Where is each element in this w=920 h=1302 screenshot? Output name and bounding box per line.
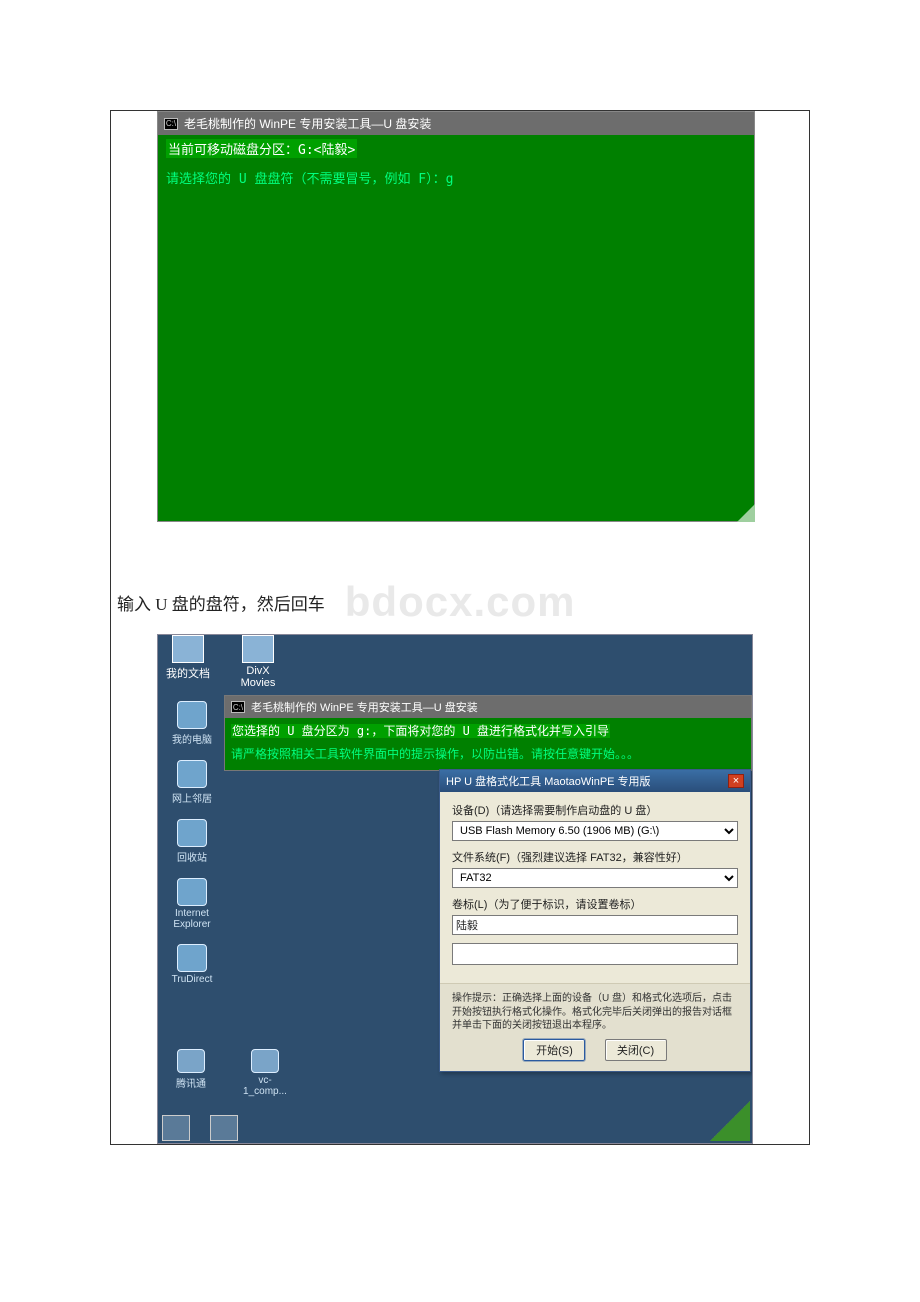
rtx-icon xyxy=(177,1049,205,1073)
dialog-title: HP U 盘格式化工具 MaotaoWinPE 专用版 xyxy=(446,773,651,789)
desktop-icon-label: 腾讯通 xyxy=(164,1075,218,1090)
winpe-console-inner: C:\ 老毛桃制作的 WinPE 专用安装工具—U 盘安装 您选择的 U 盘分区… xyxy=(224,695,752,771)
inner-console-line1: 您选择的 U 盘分区为 g:，下面将对您的 U 盘进行格式化并写入引导 xyxy=(231,724,610,738)
dialog-titlebar: HP U 盘格式化工具 MaotaoWinPE 专用版 × xyxy=(440,770,750,792)
divx-icon xyxy=(242,635,274,663)
device-select[interactable]: USB Flash Memory 6.50 (1906 MB) (G:\) xyxy=(452,821,738,841)
page-fold-decoration xyxy=(737,504,755,522)
trudirect-icon xyxy=(177,944,207,972)
vc1-icon xyxy=(251,1049,279,1073)
console-current-partition: 当前可移动磁盘分区：G:<陆毅> xyxy=(166,139,357,158)
my-computer-icon xyxy=(177,701,207,729)
desktop-icon-label: TruDirect xyxy=(162,974,222,985)
cmd-icon: C:\ xyxy=(231,701,245,713)
desktop-icon-label: vc-1_comp... xyxy=(238,1075,292,1097)
desktop-icon-label: DivX Movies xyxy=(234,665,282,689)
inner-console-title: 老毛桃制作的 WinPE 专用安装工具—U 盘安装 xyxy=(251,699,478,715)
desktop-icon-trudirect[interactable]: TruDirect xyxy=(162,944,222,985)
volume-label-label: 卷标(L)（为了便于标识，请设置卷标） xyxy=(452,896,738,912)
network-icon xyxy=(177,760,207,788)
ie-icon xyxy=(177,878,207,906)
inner-console-titlebar: C:\ 老毛桃制作的 WinPE 专用安装工具—U 盘安装 xyxy=(225,696,751,718)
winpe-console-window: C:\ 老毛桃制作的 WinPE 专用安装工具—U 盘安装 当前可移动磁盘分区：… xyxy=(157,111,755,522)
console-title: 老毛桃制作的 WinPE 专用安装工具—U 盘安装 xyxy=(184,115,431,132)
corner-logo-icon xyxy=(710,1101,750,1141)
format-dialog: HP U 盘格式化工具 MaotaoWinPE 专用版 × 设备(D)（请选择需… xyxy=(439,769,751,1072)
desktop-icon-label: 回收站 xyxy=(162,849,222,864)
desktop-icon-my-computer[interactable]: 我的电脑 xyxy=(162,701,222,746)
desktop-icon-recycle-bin[interactable]: 回收站 xyxy=(162,819,222,864)
desktop-icon-network[interactable]: 网上邻居 xyxy=(162,760,222,805)
desktop-icon-generic[interactable] xyxy=(210,1115,238,1141)
desktop-icon-label: 我的文档 xyxy=(164,665,212,681)
desktop-screenshot: 我的文档 DivX Movies 我的电脑 网上邻居 回收 xyxy=(157,634,753,1144)
desktop-icon-vc1[interactable]: vc-1_comp... xyxy=(238,1049,292,1097)
device-label: 设备(D)（请选择需要制作启动盘的 U 盘） xyxy=(452,802,738,818)
my-documents-icon xyxy=(172,635,204,663)
recycle-bin-icon xyxy=(177,819,207,847)
filesystem-label: 文件系统(F)（强烈建议选择 FAT32，兼容性好） xyxy=(452,849,738,865)
desktop-icon-label: 网上邻居 xyxy=(162,790,222,805)
desktop-icon-ie[interactable]: Internet Explorer xyxy=(162,878,222,930)
desktop-icon-rtx[interactable]: 腾讯通 xyxy=(164,1049,218,1097)
desktop-icon-label: Internet Explorer xyxy=(162,908,222,930)
desktop-icon-label: 我的电脑 xyxy=(162,731,222,746)
desktop-icon-generic[interactable] xyxy=(162,1115,190,1141)
desktop-icon-my-documents[interactable]: 我的文档 xyxy=(164,635,212,689)
watermark: bdocx.com xyxy=(345,578,576,626)
console-body: 当前可移动磁盘分区：G:<陆毅> 请选择您的 U 盘盘符（不需要冒号，例如 F）… xyxy=(158,135,754,521)
cmd-icon: C:\ xyxy=(164,118,178,130)
filesystem-select[interactable]: FAT32 xyxy=(452,868,738,888)
desktop-icon-divx[interactable]: DivX Movies xyxy=(234,635,282,689)
console-prompt: 请选择您的 U 盘盘符（不需要冒号，例如 F）：g xyxy=(166,168,746,187)
caption-text: 输入 U 盘的盘符，然后回车 xyxy=(117,590,325,615)
close-icon[interactable]: × xyxy=(728,774,744,788)
inner-console-line2: 请严格按照相关工具软件界面中的提示操作，以防出错。请按任意键开始。。。 xyxy=(231,745,745,762)
options-input[interactable] xyxy=(452,943,738,965)
dialog-hint: 操作提示：正确选择上面的设备（U 盘）和格式化选项后，点击开始按钮执行格式化操作… xyxy=(440,992,750,1039)
console-titlebar: C:\ 老毛桃制作的 WinPE 专用安装工具—U 盘安装 xyxy=(158,112,754,135)
volume-label-input[interactable]: 陆毅 xyxy=(452,915,738,935)
